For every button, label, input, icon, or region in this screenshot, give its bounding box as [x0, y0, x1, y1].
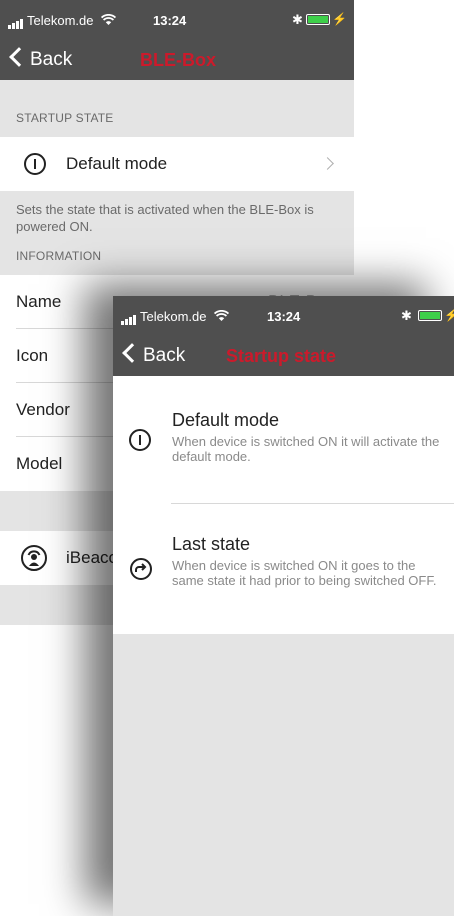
option-last-state[interactable]: Last state When device is switched ON it… — [113, 504, 454, 634]
charging-icon: ⚡ — [444, 308, 454, 322]
back-label: Back — [30, 49, 73, 70]
option-title: Default mode — [172, 410, 280, 430]
bluetooth-icon: ✱ — [401, 308, 412, 323]
section-header-startup-label: STARTUP STATE — [16, 111, 114, 125]
wifi-icon — [214, 309, 230, 321]
startup-state-row[interactable]: Default mode — [0, 137, 354, 191]
back-label: Back — [143, 345, 186, 366]
signal-bars-icon — [8, 14, 24, 30]
back-button[interactable]: Back — [121, 336, 185, 376]
signal-bars-icon — [121, 310, 137, 326]
bluetooth-icon: ✱ — [292, 12, 303, 27]
power-icon — [129, 429, 151, 451]
section-header-information: INFORMATION — [0, 245, 354, 275]
charging-icon: ⚡ — [332, 12, 347, 26]
carrier-group: Telekom.de — [121, 309, 230, 326]
page-title: BLE-Box — [140, 50, 216, 70]
ibeacon-icon — [21, 545, 47, 571]
back-button[interactable]: Back — [8, 40, 72, 80]
battery-icon — [418, 310, 442, 321]
battery-icon — [306, 14, 330, 25]
info-row-label: Icon — [16, 346, 49, 365]
info-row-label: Model — [16, 454, 63, 473]
status-time: 13:24 — [267, 309, 301, 324]
info-row-label: Name — [16, 292, 62, 311]
carrier-group: Telekom.de — [8, 13, 117, 30]
carrier-label: Telekom.de — [27, 13, 94, 28]
chevron-left-icon — [9, 47, 29, 67]
startup-state-label: Default mode — [66, 154, 168, 173]
option-description: When device is switched ON it goes to th… — [172, 558, 437, 588]
page-title: Startup state — [226, 346, 337, 366]
option-default-mode[interactable]: Default mode When device is switched ON … — [113, 376, 454, 504]
power-icon — [24, 153, 46, 175]
wifi-icon — [101, 13, 117, 25]
section-header-information-label: INFORMATION — [16, 249, 102, 263]
option-title: Last state — [172, 534, 251, 554]
startup-footnote: Sets the state that is activated when th… — [0, 191, 354, 245]
section-header-startup: STARTUP STATE — [0, 80, 354, 137]
redo-icon — [130, 558, 152, 580]
carrier-label: Telekom.de — [140, 309, 207, 324]
status-bar: Telekom.de 13:24 ✱ ⚡ — [113, 296, 454, 336]
chevron-right-icon — [321, 157, 334, 170]
status-bar: Telekom.de 13:24 ✱ ⚡ — [0, 0, 354, 40]
option-description: When device is switched ON it will activ… — [172, 434, 440, 464]
nav-bar: Back BLE-Box — [0, 40, 354, 80]
info-row-label: Vendor — [16, 400, 70, 419]
chevron-left-icon — [122, 343, 142, 363]
status-time: 13:24 — [153, 13, 187, 28]
nav-bar: Back Startup state — [113, 336, 454, 376]
startup-state-screen: Telekom.de 13:24 ✱ ⚡ Back Startup state … — [113, 296, 454, 916]
